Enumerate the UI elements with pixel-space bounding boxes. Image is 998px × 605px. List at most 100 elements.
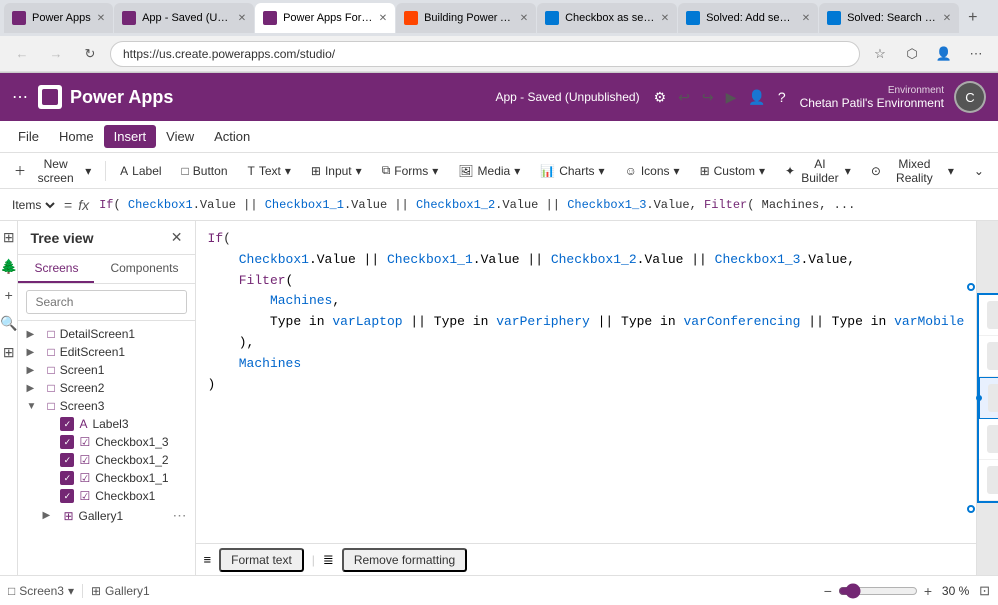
gallery-item-3[interactable]: Power Supply Periphery › [979,419,998,460]
tree-more-button[interactable]: ⋯ [173,507,187,524]
tree-item-gallery1[interactable]: ▶ ⊞ Gallery1 ⋯ [18,505,194,526]
address-bar[interactable]: https://us.create.powerapps.com/studio/ [110,41,860,67]
tree-item-screen3[interactable]: ▼ □ Screen3 [18,397,194,415]
formula-input[interactable]: If( Checkbox1.Value || Checkbox1_1.Value… [95,196,990,214]
status-gallery[interactable]: ⊞ Gallery1 [91,584,150,598]
menu-view[interactable]: View [156,125,204,148]
profile-button[interactable]: 👤 [930,40,958,68]
tab-6-close[interactable]: ✕ [802,13,810,24]
tree-close-button[interactable]: ✕ [171,229,183,246]
checkbox1-2-check[interactable]: ✓ [60,453,74,467]
tab-7[interactable]: Solved: Search b... ✕ [819,3,959,33]
new-tab-button[interactable]: + [960,9,985,27]
undo-button[interactable]: ↩ [674,85,694,110]
extension-button[interactable]: ⬡ [898,40,926,68]
expand-icon[interactable]: ▼ [26,401,42,412]
run-button[interactable]: ▶ [722,85,741,110]
user-avatar[interactable]: C [954,81,986,113]
user-icon[interactable]: 👤 [744,85,769,110]
gallery-item-4[interactable]: Lenovo Mobile Mobile Devices › [979,460,998,501]
reload-button[interactable]: ↻ [76,40,104,68]
tab-5[interactable]: Checkbox as sea... ✕ [537,3,677,33]
gallery-item-0[interactable]: Laptop & PC › [979,295,998,336]
input-button[interactable]: ⊞ Input ▾ [303,161,370,181]
overflow-button[interactable]: ⌄ [966,161,992,181]
label-button[interactable]: A Label [112,161,169,181]
tab-4-close[interactable]: ✕ [520,13,528,24]
button-button[interactable]: □ Button [174,161,236,181]
gallery-container[interactable]: Laptop & PC › Lenovo TP Laptop & PC › [977,293,998,503]
tab-2[interactable]: App - Saved (Un... ✕ [114,3,254,33]
bookmark-button[interactable]: ☆ [866,40,894,68]
tree-item-checkbox1[interactable]: ✓ ☑ Checkbox1 [18,487,194,505]
menu-home[interactable]: Home [49,125,104,148]
zoom-slider[interactable] [838,583,918,599]
settings-icon[interactable]: ⚙ [650,85,671,110]
gallery-item-2[interactable]: Lenovo Thunderbolt Laptop & PC › [979,377,998,419]
zoom-out-button[interactable]: − [824,583,832,599]
fit-button[interactable]: ⊡ [979,583,990,599]
expand-icon[interactable]: ▶ [26,347,42,358]
charts-button[interactable]: 📊 Charts ▾ [532,161,612,181]
tree-item-checkbox1-1[interactable]: ✓ ☑ Checkbox1_1 [18,469,194,487]
formula-fx-icon[interactable]: fx [78,197,89,213]
menu-action[interactable]: Action [204,125,260,148]
checkbox1-1-check[interactable]: ✓ [60,471,74,485]
status-screen[interactable]: □ Screen3 ▾ [8,584,74,598]
tree-item-screen2[interactable]: ▶ □ Screen2 [18,379,194,397]
tree-item-label3[interactable]: ✓ A Label3 [18,415,194,433]
text-button[interactable]: T Text ▾ [240,161,299,181]
custom-label: Custom [714,164,755,178]
sidebar-icon-5[interactable]: ⊞ [3,344,15,361]
ai-builder-button[interactable]: ✦ AI Builder ▾ [777,154,859,188]
icons-button[interactable]: ☺ Icons ▾ [617,161,688,181]
redo-button[interactable]: ↪ [698,85,718,110]
forms-button[interactable]: ⧉ Forms ▾ [374,160,447,181]
expand-icon[interactable]: ▶ [26,383,42,394]
tree-search-input[interactable] [26,290,186,314]
zoom-in-button[interactable]: + [924,583,932,599]
expand-icon[interactable]: ▶ [26,365,42,376]
tree-item-detailscreen1[interactable]: ▶ □ DetailScreen1 [18,325,194,343]
tab-2-close[interactable]: ✕ [238,13,246,24]
back-button[interactable]: ← [8,40,36,68]
sidebar-icon-4[interactable]: 🔍 [0,315,17,332]
sidebar-icon-1[interactable]: ⊞ [3,229,15,246]
tab-5-close[interactable]: ✕ [661,13,669,24]
tree-item-screen1[interactable]: ▶ □ Screen1 [18,361,194,379]
mixed-reality-button[interactable]: ⊙ Mixed Reality ▾ [863,154,962,188]
tree-tab-components[interactable]: Components [94,255,194,283]
remove-formatting-button[interactable]: Remove formatting [342,548,467,572]
tab-3-close[interactable]: ✕ [379,13,387,24]
expand-icon[interactable]: ▶ [42,510,58,521]
tab-7-close[interactable]: ✕ [943,13,951,24]
menu-insert[interactable]: Insert [104,125,157,148]
help-icon[interactable]: ? [774,85,790,109]
menu-file[interactable]: File [8,125,49,148]
tab-1[interactable]: Power Apps ✕ [4,3,113,33]
gallery-item-1[interactable]: Lenovo TP Laptop & PC › [979,336,998,377]
tab-6[interactable]: Solved: Add sear... ✕ [678,3,818,33]
tree-item-checkbox1-3[interactable]: ✓ ☑ Checkbox1_3 [18,433,194,451]
format-text-button[interactable]: Format text [219,548,304,572]
forward-button[interactable]: → [42,40,70,68]
media-button[interactable]: 🖼 Media ▾ [450,161,528,181]
checkbox1-check[interactable]: ✓ [60,489,74,503]
new-screen-button[interactable]: ＋ New screen ▾ [6,154,99,188]
formula-scope-select[interactable]: Items [8,197,58,213]
label3-checkbox[interactable]: ✓ [60,417,74,431]
checkbox1-3-check[interactable]: ✓ [60,435,74,449]
sidebar-icon-2[interactable]: 🌲 [0,258,17,275]
tab-3[interactable]: Power Apps Form... ✕ [255,3,395,33]
expand-icon[interactable]: ▶ [26,329,42,340]
tab-1-close[interactable]: ✕ [97,13,105,24]
custom-button[interactable]: ⊞ Custom ▾ [692,161,773,181]
waffle-icon[interactable]: ⋯ [12,87,28,107]
sidebar-icon-3[interactable]: + [5,287,13,303]
tree-tab-screens[interactable]: Screens [18,255,94,283]
code-editor[interactable]: If( Checkbox1.Value || Checkbox1_1.Value… [196,221,977,543]
tree-item-checkbox1-2[interactable]: ✓ ☑ Checkbox1_2 [18,451,194,469]
tab-4[interactable]: Building Power A... ✕ [396,3,536,33]
tree-item-editscreen1[interactable]: ▶ □ EditScreen1 [18,343,194,361]
more-button[interactable]: ⋯ [962,40,990,68]
